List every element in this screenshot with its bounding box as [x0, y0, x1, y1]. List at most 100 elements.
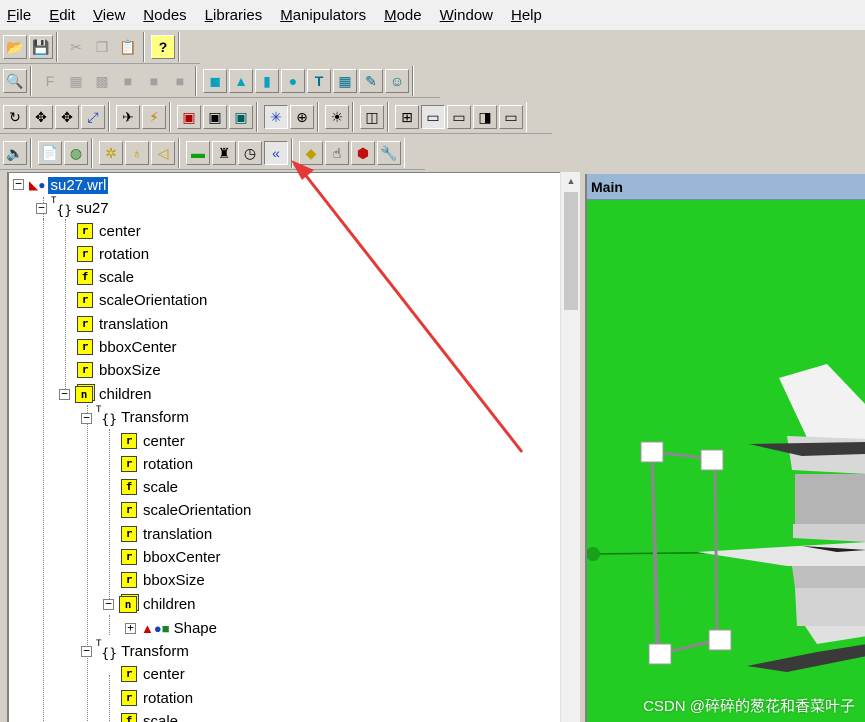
- view-icon-2[interactable]: ▣: [203, 104, 227, 129]
- field-scale[interactable]: f scale: [77, 266, 134, 288]
- tree-line: [87, 405, 88, 722]
- collapse-toggle[interactable]: −: [81, 645, 92, 657]
- cone-icon[interactable]: ▲: [229, 68, 253, 93]
- field-rotation[interactable]: r rotation: [77, 243, 149, 265]
- field-bboxcenter[interactable]: r bboxCenter: [77, 336, 177, 358]
- collapse-toggle[interactable]: −: [36, 202, 47, 214]
- field-scale[interactable]: f scale: [121, 476, 178, 498]
- scroll-up-icon[interactable]: ▲: [561, 172, 581, 190]
- field-children[interactable]: n children: [119, 593, 196, 615]
- cylinder-icon[interactable]: ▮: [255, 68, 279, 93]
- smiley-icon[interactable]: ☺: [385, 68, 409, 93]
- menu-mode[interactable]: Mode: [383, 5, 423, 26]
- expand-toggle[interactable]: +: [125, 622, 136, 634]
- layout-h-icon[interactable]: ▭: [421, 104, 445, 129]
- rotate-icon[interactable]: ↻: [3, 104, 27, 129]
- lighthouse-icon[interactable]: ♜: [212, 140, 236, 165]
- timer-icon[interactable]: ◷: [238, 140, 262, 165]
- menu-view[interactable]: View: [92, 5, 126, 26]
- disabled-tool-icon-5[interactable]: ■: [168, 68, 192, 93]
- layout-quad-icon[interactable]: ⊞: [395, 104, 419, 129]
- menu-file[interactable]: File: [6, 5, 32, 26]
- box-icon[interactable]: ◼: [203, 68, 227, 93]
- collapse-toggle[interactable]: −: [59, 388, 70, 400]
- field-translation[interactable]: r translation: [121, 523, 212, 545]
- tree-node-transform[interactable]: T{} Transform: [96, 639, 189, 662]
- function-icon[interactable]: F: [38, 68, 62, 93]
- spot-light-icon[interactable]: ◁: [151, 140, 175, 165]
- field-center[interactable]: r center: [77, 220, 141, 242]
- text-icon[interactable]: T: [307, 68, 331, 93]
- layout-v-icon[interactable]: ▭: [447, 104, 471, 129]
- cube-red-icon[interactable]: ⬢: [351, 140, 375, 165]
- menu-manipulators[interactable]: Manipulators: [279, 5, 367, 26]
- save-icon[interactable]: 💾: [29, 34, 53, 59]
- sound-icon[interactable]: 🔈: [3, 140, 27, 165]
- field-bboxcenter[interactable]: r bboxCenter: [121, 546, 221, 568]
- field-scaleorientation[interactable]: r scaleOrientation: [121, 499, 251, 521]
- view-icon-1[interactable]: ▣: [177, 104, 201, 129]
- field-center[interactable]: r center: [121, 663, 185, 685]
- copy-icon[interactable]: ❐: [90, 34, 114, 59]
- script-icon[interactable]: 📄: [38, 140, 62, 165]
- field-scaleorientation[interactable]: r scaleOrientation: [77, 289, 207, 311]
- field-rotation[interactable]: r rotation: [121, 453, 193, 475]
- scale-icon[interactable]: ⤢: [81, 104, 105, 129]
- menu-help[interactable]: Help: [510, 5, 543, 26]
- world-icon[interactable]: ◍: [64, 140, 88, 165]
- touch-icon[interactable]: ☝: [325, 140, 349, 165]
- grid-icon[interactable]: ▦: [333, 68, 357, 93]
- interpolator-icon[interactable]: «: [264, 140, 288, 165]
- open-folder-icon[interactable]: 📂: [3, 34, 27, 59]
- fly-icon[interactable]: ✈: [116, 104, 140, 129]
- color-icon[interactable]: ▬: [186, 140, 210, 165]
- lightning-icon[interactable]: ⚡: [142, 104, 166, 129]
- move-alt-icon[interactable]: ✥: [55, 104, 79, 129]
- field-scale[interactable]: f scale: [121, 710, 178, 722]
- field-rotation[interactable]: r rotation: [121, 687, 193, 709]
- left-splitter[interactable]: [0, 172, 8, 722]
- layout-single-icon[interactable]: ◫: [360, 104, 384, 129]
- view-icon-3[interactable]: ▣: [229, 104, 253, 129]
- tree-scrollbar[interactable]: ▲: [560, 172, 580, 722]
- field-bboxsize[interactable]: r bboxSize: [77, 359, 161, 381]
- collapse-toggle[interactable]: −: [103, 598, 114, 610]
- tree-node-shape[interactable]: ▲●■ Shape: [141, 617, 217, 639]
- menu-nodes[interactable]: Nodes: [142, 5, 187, 26]
- field-children[interactable]: n children: [75, 383, 152, 405]
- disabled-tool-icon-2[interactable]: ▩: [90, 68, 114, 93]
- wrench-icon[interactable]: 🔧: [377, 140, 401, 165]
- pen-icon[interactable]: ✎: [359, 68, 383, 93]
- sphere-icon[interactable]: ●: [281, 68, 305, 93]
- point-light-icon[interactable]: ♁: [125, 140, 149, 165]
- disabled-tool-icon[interactable]: ▦: [64, 68, 88, 93]
- light-icon[interactable]: ☀: [325, 104, 349, 129]
- field-translation[interactable]: r translation: [77, 313, 168, 335]
- light-bulb-icon[interactable]: ✲: [99, 140, 123, 165]
- field-bboxsize[interactable]: r bboxSize: [121, 569, 205, 591]
- main-3d-view[interactable]: Main: [585, 174, 865, 722]
- field-center[interactable]: r center: [121, 430, 185, 452]
- menu-libraries[interactable]: Libraries: [204, 5, 264, 26]
- menu-window[interactable]: Window: [439, 5, 494, 26]
- tree-node-transform[interactable]: T{} Transform: [96, 405, 189, 428]
- snap-icon[interactable]: ✳: [264, 104, 288, 129]
- tree-node-su27[interactable]: T{} su27: [51, 196, 109, 219]
- globe-icon[interactable]: ⊕: [290, 104, 314, 129]
- layout-4-icon[interactable]: ▭: [499, 104, 523, 129]
- help-question-icon[interactable]: ?: [151, 34, 175, 59]
- collapse-toggle[interactable]: −: [13, 178, 24, 190]
- menu-edit[interactable]: Edit: [48, 5, 76, 26]
- scroll-thumb[interactable]: [564, 192, 578, 310]
- paste-icon[interactable]: 📋: [116, 34, 140, 59]
- aircraft-model[interactable]: [587, 174, 865, 722]
- zoom-icon[interactable]: 🔍: [3, 68, 27, 93]
- layout-3-icon[interactable]: ◨: [473, 104, 497, 129]
- disabled-tool-icon-3[interactable]: ■: [116, 68, 140, 93]
- cut-icon[interactable]: ✂: [64, 34, 88, 59]
- move-icon[interactable]: ✥: [29, 104, 53, 129]
- collapse-toggle[interactable]: −: [81, 412, 92, 424]
- tree-root[interactable]: ◣● su27.wrl: [29, 174, 109, 196]
- proximity-icon[interactable]: ◆: [299, 140, 323, 165]
- disabled-tool-icon-4[interactable]: ■: [142, 68, 166, 93]
